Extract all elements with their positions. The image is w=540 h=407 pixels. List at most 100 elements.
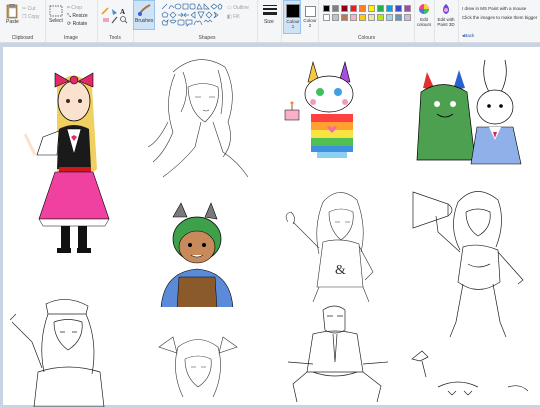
svg-text:A: A xyxy=(120,8,125,16)
colour2-button[interactable]: Colour 2 xyxy=(302,0,319,42)
colour2-label: Colour 2 xyxy=(303,18,317,28)
colour-swatch[interactable] xyxy=(359,5,366,12)
drawing-green-hair-boy[interactable] xyxy=(153,197,243,307)
clipboard-group: Paste ✂ Cut ❐ Copy Clipboard xyxy=(0,0,46,42)
colour-wheel-icon xyxy=(419,4,429,14)
colour1-swatch xyxy=(286,4,300,18)
fill-icon: ◧ xyxy=(227,14,232,20)
note-line2: Click the images to make them bigger xyxy=(462,15,538,20)
colours-group: Colours xyxy=(319,0,415,42)
brushes-label: Brushes xyxy=(135,18,154,24)
colour-swatch[interactable] xyxy=(323,14,330,21)
resize-button[interactable]: ⤡ Resize xyxy=(67,13,88,19)
tools-group: A Tools xyxy=(97,0,134,42)
brushes-button[interactable]: Brushes xyxy=(133,0,155,30)
drawing-sketch-girl-bows[interactable] xyxy=(153,327,243,407)
colour1-label: Colour 1 xyxy=(286,19,300,29)
tools-group-label: Tools xyxy=(109,35,121,41)
colour-swatch[interactable] xyxy=(368,14,375,21)
crop-icon: ⌗ xyxy=(67,5,70,11)
size-label: Size xyxy=(264,19,274,25)
resize-icon: ⤡ xyxy=(67,13,72,19)
outline-button[interactable]: ▭ Outline xyxy=(227,5,249,11)
drawing-sketch-girl-ampersand[interactable]: & xyxy=(283,182,393,302)
resize-label: Resize xyxy=(72,13,88,19)
brush-icon xyxy=(138,4,151,16)
edit-colours-button[interactable]: Edit colours xyxy=(414,0,435,42)
paste-label: Paste xyxy=(6,19,19,25)
paint3d-icon xyxy=(443,4,449,14)
shapes-group: ▭ Outline ◧ Fill Shapes xyxy=(157,0,258,42)
colour-swatch[interactable] xyxy=(404,5,411,12)
drawing-sketch-nurse-syringe[interactable] xyxy=(8,292,128,407)
copy-label: Copy xyxy=(27,14,40,20)
rotate-label: Rotate xyxy=(72,21,88,27)
paste-icon xyxy=(6,4,18,19)
shapes-gallery[interactable] xyxy=(161,3,223,31)
colour-swatch[interactable] xyxy=(350,5,357,12)
drawing-sketch-seated-man[interactable] xyxy=(283,302,393,407)
pencil-icon xyxy=(101,7,109,15)
paint3d-button[interactable]: Edit with Paint 3D xyxy=(434,0,459,42)
colour-swatch[interactable] xyxy=(395,5,402,12)
rotate-icon: ⟳ xyxy=(67,21,72,27)
colour-swatch[interactable] xyxy=(386,14,393,21)
colour-swatch[interactable] xyxy=(386,5,393,12)
magnifier-icon xyxy=(120,16,128,24)
crop-label: Crop xyxy=(71,5,83,11)
colour-swatch[interactable] xyxy=(368,5,375,12)
image-group: Select ⌗ Crop ⤡ Resize ⟳ Rotate Image xyxy=(45,0,98,42)
svg-text:&: & xyxy=(335,263,346,278)
colour-swatch[interactable] xyxy=(404,14,411,21)
fill-label: Fill xyxy=(233,14,240,20)
scissors-icon: ✂ xyxy=(22,6,27,12)
copy-icon: ❐ xyxy=(22,14,27,20)
ribbon-toolbar: Paste ✂ Cut ❐ Copy Clipboard Select ⌗ Cr… xyxy=(0,0,540,43)
note-line1: I drew in MS Paint with a mouse xyxy=(462,6,527,11)
fill-button[interactable]: ◧ Fill xyxy=(227,14,240,20)
crop-button[interactable]: ⌗ Crop xyxy=(67,5,82,11)
colour1-button[interactable]: Colour 1 xyxy=(283,0,301,34)
select-button[interactable]: Select xyxy=(49,4,63,24)
drawing-sketch-gun-character[interactable] xyxy=(408,347,533,407)
cut-label: Cut xyxy=(27,6,36,12)
outline-icon: ▭ xyxy=(227,5,232,11)
cut-button[interactable]: ✂ Cut xyxy=(22,6,35,12)
select-icon xyxy=(49,5,63,17)
drawing-pink-dress-girl[interactable] xyxy=(17,59,127,259)
colours-group-label: Colours xyxy=(357,35,376,41)
tools-icons[interactable]: A xyxy=(101,6,129,24)
line-size-icon xyxy=(263,5,277,15)
rotate-button[interactable]: ⟳ Rotate xyxy=(67,21,87,27)
back-link[interactable]: ◂Back xyxy=(462,33,474,39)
colour-swatch[interactable] xyxy=(350,14,357,21)
colour-swatch[interactable] xyxy=(359,14,366,21)
shapes-group-label: Shapes xyxy=(198,35,216,41)
drawing-monster-and-bunny[interactable] xyxy=(413,52,528,177)
eraser-icon xyxy=(103,18,109,22)
select-label: Select xyxy=(49,18,63,24)
color-picker-icon xyxy=(111,16,118,24)
copy-button[interactable]: ❐ Copy xyxy=(22,14,40,20)
fill-bucket-icon xyxy=(112,9,117,15)
colour-swatch[interactable] xyxy=(323,5,330,12)
drawing-rainbow-cat[interactable] xyxy=(283,52,383,182)
colour-swatch[interactable] xyxy=(377,5,384,12)
paste-button[interactable]: Paste xyxy=(5,3,19,25)
paint3d-label: Edit with Paint 3D xyxy=(437,17,455,27)
clipboard-group-label: Clipboard xyxy=(11,35,34,41)
drawing-canvas[interactable]: & xyxy=(3,47,540,407)
size-button[interactable]: Size xyxy=(259,0,282,42)
colour-swatch[interactable] xyxy=(395,14,402,21)
colour-swatch[interactable] xyxy=(341,5,348,12)
colour-swatch[interactable] xyxy=(341,14,348,21)
colour2-swatch xyxy=(305,6,316,17)
colour-swatch[interactable] xyxy=(332,5,339,12)
outline-label: Outline xyxy=(233,5,249,11)
image-group-label: Image xyxy=(64,35,78,41)
edit-colours-label: Edit colours xyxy=(416,17,432,27)
drawing-sketch-woman[interactable] xyxy=(143,52,253,182)
colour-swatch[interactable] xyxy=(332,14,339,21)
drawing-sketch-megaphone-girl[interactable] xyxy=(408,172,533,342)
colour-swatch[interactable] xyxy=(377,14,384,21)
